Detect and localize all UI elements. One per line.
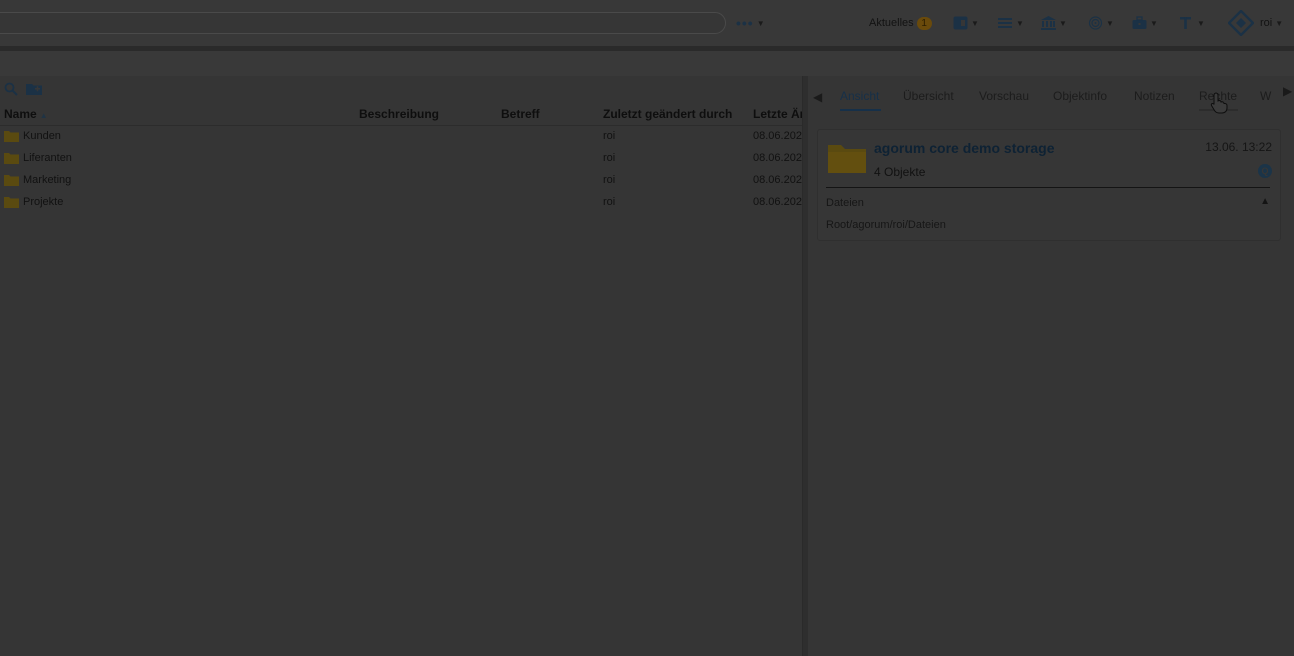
chevron-down-icon: ▼: [1106, 18, 1114, 28]
global-search-input[interactable]: [0, 12, 726, 34]
column-header-zuletzt[interactable]: Zuletzt geändert durch: [603, 107, 732, 121]
agorum-logo-icon: [1228, 10, 1254, 36]
row-letzte: 08.06.202: [753, 152, 802, 164]
column-header-beschreibung[interactable]: Beschreibung: [359, 107, 439, 121]
folder-icon: [4, 175, 19, 186]
table-row[interactable]: Marketing roi 08.06.202: [0, 170, 802, 192]
tab-objektinfo[interactable]: Objektinfo: [1053, 89, 1107, 103]
row-zuletzt: roi: [603, 174, 616, 186]
text-menu-button[interactable]: ▼: [1179, 13, 1205, 33]
aktuelles-count-badge: 1: [916, 16, 932, 30]
chevron-up-icon[interactable]: ▲: [1260, 196, 1270, 207]
toolbar-strip: [0, 51, 1294, 76]
more-dots-icon: •••: [736, 15, 754, 31]
column-header-letzte[interactable]: Letzte Är: [753, 107, 802, 121]
top-bar: ••• ▼ Aktuelles 1 ▼ ▼ ▼ ▼ ▼ ▼ roi ▼: [0, 0, 1294, 46]
row-zuletzt: roi: [603, 152, 616, 164]
column-header-name[interactable]: Name ▲: [4, 107, 48, 121]
text-icon: [1180, 17, 1191, 29]
chevron-down-icon: ▼: [1275, 18, 1284, 28]
tab-vorschau[interactable]: Vorschau: [979, 89, 1029, 103]
user-name-label: roi: [1260, 17, 1273, 29]
briefcase-menu-button[interactable]: ▼: [1132, 13, 1158, 33]
chevron-down-icon: ▼: [1150, 18, 1158, 28]
tab-notizen[interactable]: Notizen: [1134, 89, 1175, 103]
row-name: Kunden: [23, 130, 61, 142]
list-menu-button[interactable]: ▼: [998, 13, 1024, 33]
active-tab-indicator: [840, 109, 881, 111]
detail-panel: ◀ Ansicht Übersicht Vorschau Objektinfo …: [808, 76, 1294, 656]
object-path: Root/agorum/roi/Dateien: [826, 219, 946, 231]
tabs-scroll-right-icon[interactable]: ▶: [1283, 84, 1292, 98]
folder-icon: [4, 197, 19, 208]
chevron-down-icon: ▼: [1059, 18, 1067, 28]
more-menu-button[interactable]: ••• ▼: [736, 13, 765, 33]
chevron-down-icon: ▼: [756, 18, 765, 28]
object-date: 13.06. 13:22: [1205, 140, 1272, 154]
table-row[interactable]: Kunden roi 08.06.202: [0, 126, 802, 148]
hand-cursor-icon: [1210, 92, 1228, 114]
search-icon[interactable]: [4, 82, 18, 96]
row-zuletzt: roi: [603, 130, 616, 142]
chevron-down-icon: ▼: [971, 18, 979, 28]
list-toolbar: [4, 82, 42, 96]
tabs-scroll-left-icon[interactable]: ◀: [813, 90, 822, 104]
table-row[interactable]: Projekte roi 08.06.202: [0, 192, 802, 214]
row-name: Liferanten: [23, 152, 72, 164]
object-title[interactable]: agorum core demo storage: [874, 140, 1055, 156]
object-count: 4 Objekte: [874, 165, 926, 179]
layout-icon: [953, 16, 968, 30]
chevron-down-icon: ▼: [1197, 18, 1205, 28]
table-row[interactable]: Liferanten roi 08.06.202: [0, 148, 802, 170]
fingerprint-icon: [1088, 16, 1103, 30]
aktuelles-label: Aktuelles: [869, 17, 914, 29]
row-letzte: 08.06.202: [753, 130, 802, 142]
column-header-row: Name ▲ Beschreibung Betreff Zuletzt geänd…: [0, 103, 802, 126]
layout-menu-button[interactable]: ▼: [953, 13, 979, 33]
briefcase-icon: [1132, 16, 1147, 29]
info-icon[interactable]: Q: [1258, 164, 1272, 178]
row-name: Projekte: [23, 196, 64, 208]
new-folder-icon[interactable]: [26, 82, 42, 96]
section-label: Dateien: [826, 197, 864, 209]
bank-icon: [1041, 16, 1056, 30]
file-list-panel: Name ▲ Beschreibung Betreff Zuletzt geänd…: [0, 76, 802, 656]
folder-icon: [4, 153, 19, 164]
object-card: agorum core demo storage 4 Objekte 13.06…: [817, 129, 1281, 241]
folder-icon: [4, 131, 19, 142]
row-name: Marketing: [23, 174, 72, 186]
column-header-betreff[interactable]: Betreff: [501, 107, 540, 121]
tab-ansicht[interactable]: Ansicht: [840, 89, 879, 103]
aktuelles-button[interactable]: Aktuelles 1: [869, 13, 932, 33]
user-menu-button[interactable]: roi ▼: [1228, 10, 1283, 36]
row-letzte: 08.06.202: [753, 174, 802, 186]
sort-ascending-icon: ▲: [39, 111, 48, 120]
tab-uebersicht[interactable]: Übersicht: [903, 89, 954, 103]
chevron-down-icon: ▼: [1016, 18, 1024, 28]
row-zuletzt: roi: [603, 196, 616, 208]
card-divider: [826, 187, 1270, 188]
fingerprint-menu-button[interactable]: ▼: [1088, 13, 1114, 33]
row-letzte: 08.06.202: [753, 196, 802, 208]
tab-w[interactable]: W: [1260, 89, 1271, 103]
list-icon: [998, 18, 1012, 28]
folder-large-icon: [828, 145, 866, 173]
bank-menu-button[interactable]: ▼: [1041, 13, 1067, 33]
